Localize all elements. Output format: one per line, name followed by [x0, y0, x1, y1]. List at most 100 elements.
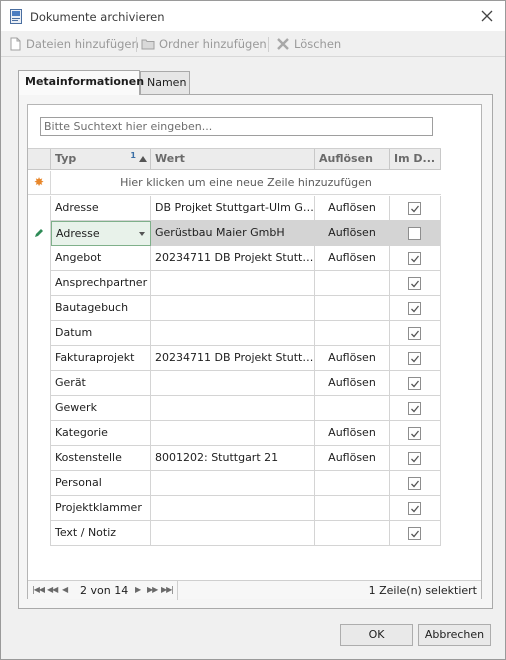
cell-aufloesen[interactable] — [315, 521, 390, 546]
tab-metainformationen[interactable]: Metainformationen — [18, 70, 144, 95]
edit-pencil-icon — [35, 229, 43, 237]
cell-typ[interactable]: Text / Notiz — [51, 521, 151, 546]
prev-page-icon[interactable]: ◀ — [62, 585, 68, 594]
file-icon — [8, 37, 22, 51]
cell-wert[interactable] — [151, 421, 315, 446]
cell-im-d — [390, 246, 441, 271]
cell-im-d — [390, 346, 441, 371]
cell-wert[interactable] — [151, 321, 315, 346]
checkbox-checked[interactable] — [408, 402, 421, 415]
table-row[interactable]: Gewerk — [28, 396, 441, 421]
cell-typ[interactable]: Kostenstelle — [51, 446, 151, 471]
new-row[interactable]: ✸ Hier klicken um eine neue Zeile hinzuz… — [28, 171, 441, 195]
cell-typ[interactable]: Adresse — [51, 196, 151, 221]
checkbox-checked[interactable] — [408, 277, 421, 290]
delete-button[interactable]: Löschen — [276, 35, 341, 53]
table-row[interactable]: Personal — [28, 471, 441, 496]
cell-typ[interactable]: Kategorie — [51, 421, 151, 446]
cell-aufloesen[interactable]: Auflösen — [315, 421, 390, 446]
cell-typ[interactable]: Gewerk — [51, 396, 151, 421]
header-im-d[interactable]: Im D... — [390, 149, 441, 170]
cell-aufloesen[interactable]: Auflösen — [315, 246, 390, 271]
cell-typ[interactable]: Ansprechpartner — [51, 271, 151, 296]
cell-wert[interactable]: DB Projket Stuttgart-Ulm GmbH — [151, 196, 315, 221]
search-input[interactable] — [40, 117, 433, 136]
dropdown-arrow-icon[interactable] — [139, 232, 145, 236]
cell-wert[interactable]: 20234711 DB Projekt Stuttgart-Ulm GmbH — [151, 346, 315, 371]
cell-wert[interactable] — [151, 471, 315, 496]
checkbox-unchecked[interactable] — [408, 227, 421, 240]
cell-aufloesen[interactable] — [315, 296, 390, 321]
cell-typ[interactable]: Personal — [51, 471, 151, 496]
checkbox-checked[interactable] — [408, 477, 421, 490]
cell-aufloesen[interactable]: Auflösen — [315, 346, 390, 371]
toolbar-separator — [268, 37, 269, 52]
checkbox-checked[interactable] — [408, 452, 421, 465]
checkbox-checked[interactable] — [408, 427, 421, 440]
table-row[interactable]: Projektklammer — [28, 496, 441, 521]
checkbox-checked[interactable] — [408, 502, 421, 515]
table-row[interactable]: Kategorie Auflösen — [28, 421, 441, 446]
cell-aufloesen[interactable] — [315, 471, 390, 496]
cell-wert[interactable] — [151, 521, 315, 546]
cell-wert[interactable] — [151, 296, 315, 321]
cell-aufloesen[interactable] — [315, 321, 390, 346]
next-page-icon[interactable]: ▶ — [135, 585, 141, 594]
cell-aufloesen[interactable] — [315, 396, 390, 421]
cell-wert[interactable] — [151, 396, 315, 421]
cell-aufloesen[interactable]: Auflösen — [315, 221, 390, 246]
checkbox-checked[interactable] — [408, 327, 421, 340]
first-page-icon[interactable]: |◀◀ — [32, 585, 45, 594]
cell-wert[interactable] — [151, 371, 315, 396]
cell-aufloesen[interactable]: Auflösen — [315, 446, 390, 471]
checkbox-checked[interactable] — [408, 377, 421, 390]
cell-typ[interactable]: Adresse — [51, 221, 151, 246]
row-indicator — [28, 196, 51, 221]
cell-aufloesen[interactable]: Auflösen — [315, 196, 390, 221]
table-row[interactable]: Adresse Gerüstbau Maier GmbH Auflösen — [28, 221, 441, 246]
cancel-button[interactable]: Abbrechen — [418, 624, 491, 646]
table-row[interactable]: Ansprechpartner — [28, 271, 441, 296]
table-row[interactable]: Text / Notiz — [28, 521, 441, 546]
header-aufloesen[interactable]: Auflösen — [315, 149, 390, 170]
add-folder-button[interactable]: Ordner hinzufügen — [141, 35, 267, 53]
table-row[interactable]: Angebot20234711 DB Projekt Stuttgart-Ulm… — [28, 246, 441, 271]
checkmark-icon — [411, 430, 420, 438]
cell-typ[interactable]: Projektklammer — [51, 496, 151, 521]
cell-typ[interactable]: Angebot — [51, 246, 151, 271]
checkbox-checked[interactable] — [408, 252, 421, 265]
cell-wert[interactable]: 20234711 DB Projekt Stuttgart-Ulm GmbH — [151, 246, 315, 271]
checkbox-checked[interactable] — [408, 202, 421, 215]
cell-wert[interactable] — [151, 271, 315, 296]
cell-typ[interactable]: Bautagebuch — [51, 296, 151, 321]
cell-typ[interactable]: Fakturaprojekt — [51, 346, 151, 371]
cell-wert[interactable]: 8001202: Stuttgart 21 — [151, 446, 315, 471]
ok-button[interactable]: OK — [340, 624, 413, 646]
table-row[interactable]: Kostenstelle 8001202: Stuttgart 21 Auflöse… — [28, 446, 441, 471]
table-row[interactable]: Gerät Auflösen — [28, 371, 441, 396]
checkbox-checked[interactable] — [408, 302, 421, 315]
table-row[interactable]: Adresse DB Projket Stuttgart-Ulm GmbH Aufl… — [28, 196, 441, 221]
header-typ[interactable]: Typ 1 — [51, 149, 151, 170]
cell-typ[interactable]: Gerät — [51, 371, 151, 396]
table-row[interactable]: Fakturaprojekt 20234711 DB Projekt Stuttg… — [28, 346, 441, 371]
cell-aufloesen[interactable]: Auflösen — [315, 371, 390, 396]
checkbox-checked[interactable] — [408, 352, 421, 365]
last-page-icon[interactable]: ▶▶| — [161, 585, 174, 594]
add-files-button[interactable]: Dateien hinzufügen — [8, 35, 139, 53]
cell-typ[interactable]: Datum — [51, 321, 151, 346]
close-icon[interactable] — [477, 6, 497, 26]
next-page-group-icon[interactable]: ▶▶ — [147, 585, 158, 594]
table-row[interactable]: Datum — [28, 321, 441, 346]
cell-wert[interactable] — [151, 496, 315, 521]
table-row[interactable]: Bautagebuch — [28, 296, 441, 321]
cell-wert[interactable]: Gerüstbau Maier GmbH — [151, 221, 315, 246]
cell-aufloesen[interactable] — [315, 271, 390, 296]
checkmark-icon — [411, 505, 420, 513]
header-wert[interactable]: Wert — [151, 149, 315, 170]
prev-page-group-icon[interactable]: ◀◀ — [47, 585, 58, 594]
checkmark-icon — [411, 355, 420, 363]
checkbox-checked[interactable] — [408, 527, 421, 540]
tab-namen[interactable]: Namen — [140, 71, 190, 94]
cell-aufloesen[interactable] — [315, 496, 390, 521]
